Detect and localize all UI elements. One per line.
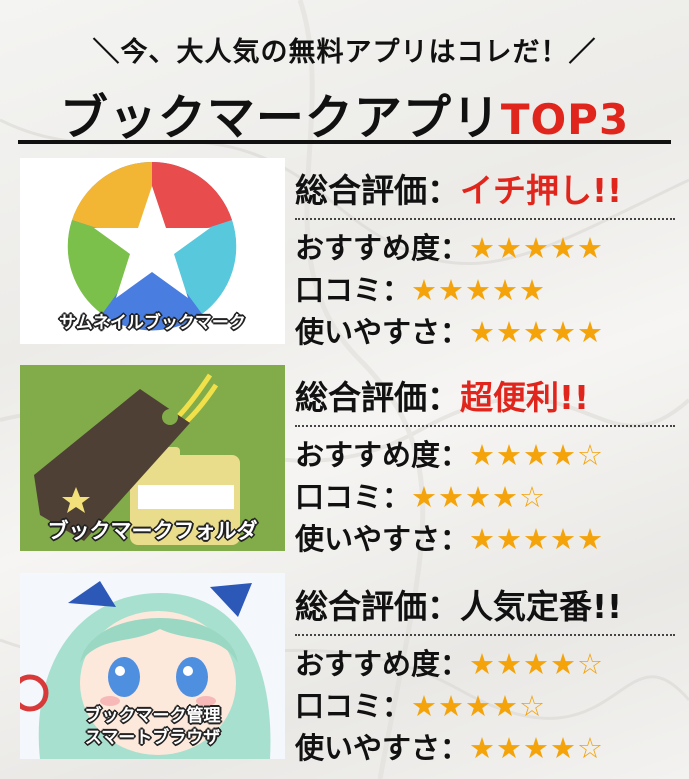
app-name: サムネイルブックマーク xyxy=(59,313,246,333)
star-rating: ★★★★☆ xyxy=(469,647,605,681)
rating-block-1: 総合評価：イチ押し!! おすすめ度：★★★★★ 口コミ：★★★★★ 使いやすさ：… xyxy=(295,164,675,354)
app-card-2[interactable]: ブックマークフォルダ xyxy=(20,365,285,551)
rating-row-usability: 使いやすさ：★★★★☆ xyxy=(295,731,605,765)
overall-rating: 総合評価：人気定番!! xyxy=(295,580,675,636)
star-rating: ★★★★☆ xyxy=(411,689,547,723)
rating-row-reviews: 口コミ：★★★★☆ xyxy=(295,480,547,514)
rating-block-2: 総合評価：超便利!! おすすめ度：★★★★☆ 口コミ：★★★★☆ 使いやすさ：★… xyxy=(295,371,675,561)
star-rating: ★★★★☆ xyxy=(469,731,605,765)
star-rating: ★★★★★ xyxy=(469,315,605,349)
star-rating: ★★★★★ xyxy=(411,273,547,307)
page-subtitle: ＼今、大人気の無料アプリはコレだ！／ xyxy=(92,37,597,68)
app-card-1[interactable]: サムネイルブックマーク xyxy=(20,158,285,344)
rating-row-recommend: おすすめ度：★★★★☆ xyxy=(295,647,605,681)
app-name: ブックマークフォルダ xyxy=(47,519,258,543)
rating-row-recommend: おすすめ度：★★★★★ xyxy=(295,231,605,265)
title-main: ブックマークアプリ xyxy=(59,90,501,146)
app-card-3[interactable]: ブックマーク管理 スマートブラウザ xyxy=(20,573,285,759)
overall-rating: 総合評価：イチ押し!! xyxy=(295,164,675,220)
rating-row-recommend: おすすめ度：★★★★☆ xyxy=(295,438,605,472)
rating-row-reviews: 口コミ：★★★★★ xyxy=(295,273,547,307)
rating-row-reviews: 口コミ：★★★★☆ xyxy=(295,689,547,723)
page-title: ブックマークアプリTOP3 xyxy=(0,78,689,148)
star-rating: ★★★★★ xyxy=(469,522,605,556)
rating-row-usability: 使いやすさ：★★★★★ xyxy=(295,315,605,349)
star-rating: ★★★★★ xyxy=(469,231,605,265)
star-rating: ★★★★☆ xyxy=(411,480,547,514)
rating-block-3: 総合評価：人気定番!! おすすめ度：★★★★☆ 口コミ：★★★★☆ 使いやすさ：… xyxy=(295,580,675,770)
title-divider xyxy=(18,140,671,144)
title-accent: TOP3 xyxy=(500,95,630,144)
app-name: ブックマーク管理 スマートブラウザ xyxy=(84,706,221,748)
overall-rating: 総合評価：超便利!! xyxy=(295,371,675,427)
star-rating: ★★★★☆ xyxy=(469,438,605,472)
rating-row-usability: 使いやすさ：★★★★★ xyxy=(295,522,605,556)
